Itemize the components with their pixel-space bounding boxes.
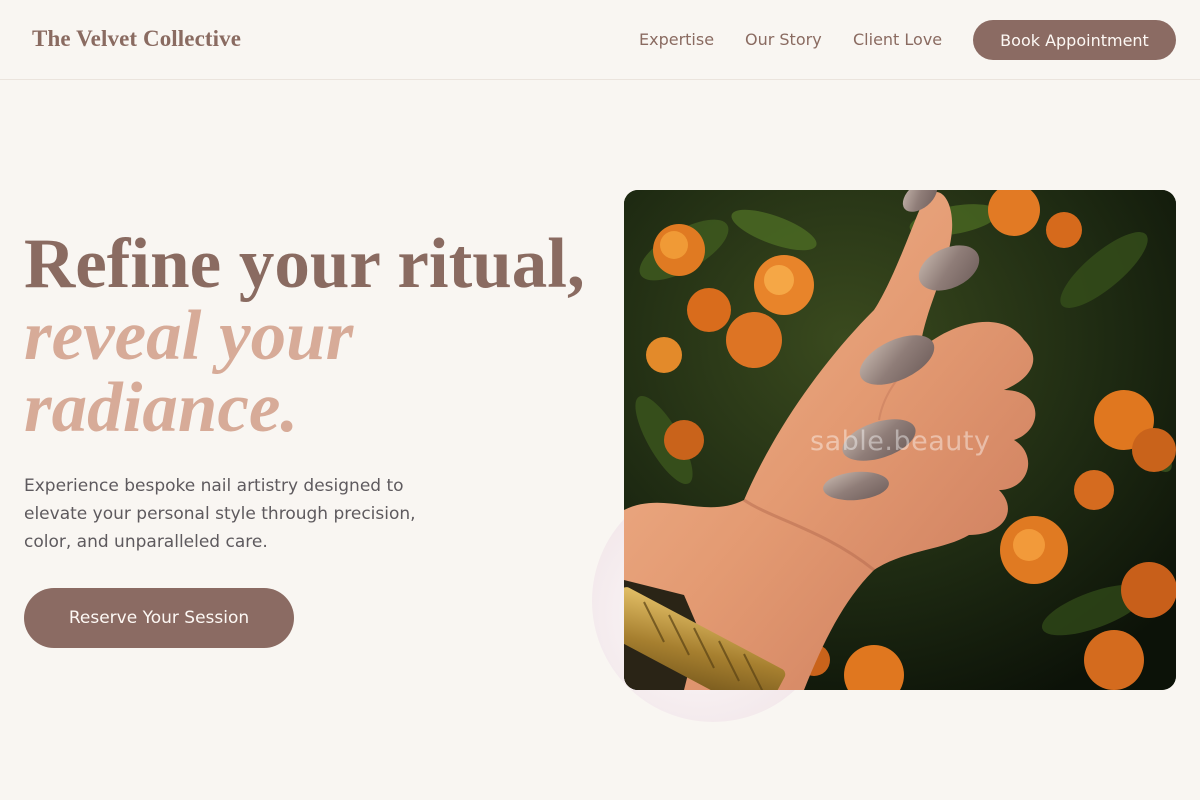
- hero-headline: Refine your ritual, reveal your radiance…: [24, 228, 604, 444]
- hero-description: Experience bespoke nail artistry designe…: [24, 476, 416, 552]
- book-appointment-button[interactable]: Book Appointment: [973, 20, 1176, 60]
- nav-link-client-love[interactable]: Client Love: [853, 30, 942, 49]
- image-watermark: sable.beauty: [810, 426, 991, 457]
- reserve-session-button[interactable]: Reserve Your Session: [24, 588, 294, 648]
- hero-image: sable.beauty: [624, 190, 1176, 690]
- nav-link-expertise[interactable]: Expertise: [639, 30, 714, 49]
- nav-link-our-story[interactable]: Our Story: [745, 30, 822, 49]
- headline-line: Refine your ritual,: [24, 225, 585, 303]
- brand-logo[interactable]: The Velvet Collective: [32, 26, 241, 52]
- site-header: The Velvet Collective Expertise Our Stor…: [0, 0, 1200, 80]
- headline-accent-line: radiance.: [24, 369, 299, 447]
- headline-accent-line: reveal your: [24, 297, 354, 375]
